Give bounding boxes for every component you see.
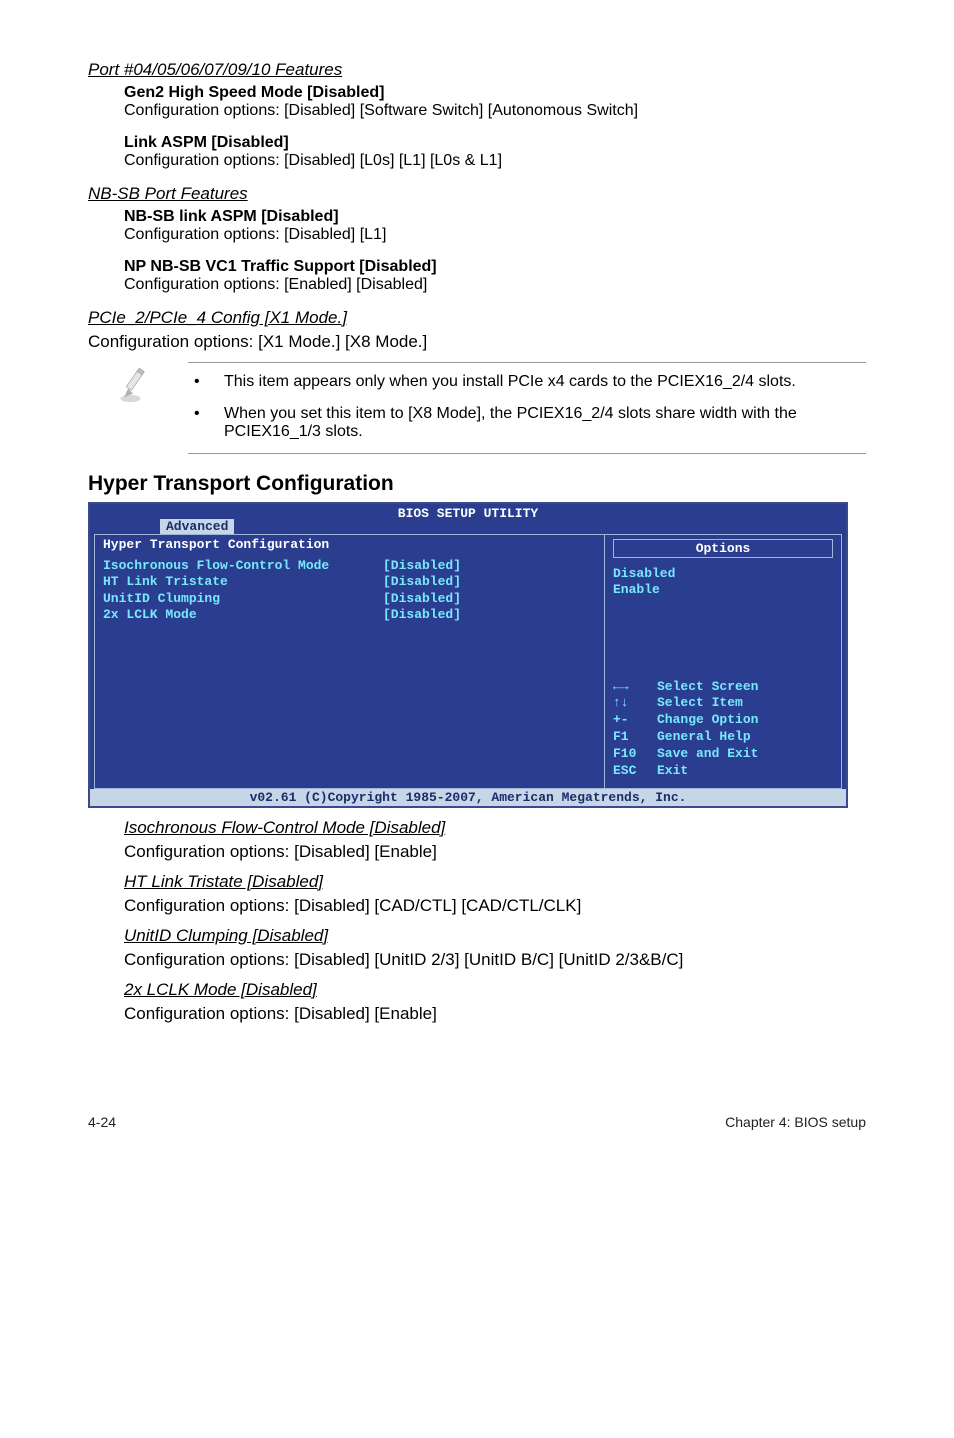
note-block: • This item appears only when you instal…	[88, 362, 866, 454]
key-icon: F10	[613, 746, 657, 763]
bios-row-label: UnitID Clumping	[103, 591, 383, 607]
key-row: F1General Help	[613, 729, 833, 746]
gen2-title: Gen2 High Speed Mode [Disabled]	[124, 84, 866, 102]
lclk-heading: 2x LCLK Mode [Disabled]	[124, 980, 866, 1000]
note-body: • This item appears only when you instal…	[188, 362, 866, 454]
bios-row[interactable]: Isochronous Flow-Control Mode [Disabled]	[103, 558, 596, 574]
bios-left-pane: Hyper Transport Configuration Isochronou…	[95, 535, 605, 788]
key-icon: +-	[613, 712, 657, 729]
note-bullet-1: • This item appears only when you instal…	[188, 373, 866, 391]
bios-row-label: 2x LCLK Mode	[103, 607, 383, 623]
port-features-heading: Port #04/05/06/07/09/10 Features	[88, 60, 866, 80]
options-list: Disabled Enable	[613, 566, 833, 599]
chapter-label: Chapter 4: BIOS setup	[725, 1114, 866, 1130]
bios-tab-advanced[interactable]: Advanced	[160, 519, 234, 534]
key-icon: ←→	[613, 679, 657, 696]
key-help: ←→Select Screen ↑↓Select Item +-Change O…	[613, 679, 833, 780]
note-text-2: When you set this item to [X8 Mode], the…	[224, 405, 866, 441]
bios-body: Hyper Transport Configuration Isochronou…	[94, 534, 842, 789]
bios-footer: v02.61 (C)Copyright 1985-2007, American …	[90, 789, 846, 806]
page-footer: 4-24 Chapter 4: BIOS setup	[0, 1074, 954, 1160]
key-icon: ESC	[613, 763, 657, 780]
key-text: Save and Exit	[657, 746, 758, 763]
after-bios-block: Isochronous Flow-Control Mode [Disabled]…	[124, 818, 866, 1024]
bios-row-value: [Disabled]	[383, 591, 461, 607]
bios-row-value: [Disabled]	[383, 558, 461, 574]
hyper-transport-heading: Hyper Transport Configuration	[88, 472, 866, 496]
nbsb-link-title: NB-SB link ASPM [Disabled]	[124, 208, 866, 226]
key-text: Change Option	[657, 712, 758, 729]
unitid-heading: UnitID Clumping [Disabled]	[124, 926, 866, 946]
pcie-config-options: Configuration options: [X1 Mode.] [X8 Mo…	[88, 332, 866, 352]
ht-link-options: Configuration options: [Disabled] [CAD/C…	[124, 896, 866, 916]
nbsb-link-options: Configuration options: [Disabled] [L1]	[124, 226, 866, 244]
lclk-options: Configuration options: [Disabled] [Enabl…	[124, 1004, 866, 1024]
key-row: ←→Select Screen	[613, 679, 833, 696]
iso-flow-heading: Isochronous Flow-Control Mode [Disabled]	[124, 818, 866, 838]
key-row: F10Save and Exit	[613, 746, 833, 763]
bullet-icon: •	[188, 405, 224, 441]
options-heading: Options	[613, 539, 833, 558]
key-icon: ↑↓	[613, 695, 657, 712]
pcie-config-heading: PCIe_2/PCIe_4 Config [X1 Mode.]	[88, 308, 866, 328]
bios-right-pane: Options Disabled Enable ←→Select Screen …	[605, 535, 841, 788]
option-item[interactable]: Enable	[613, 582, 833, 598]
link-aspm-title: Link ASPM [Disabled]	[124, 134, 866, 152]
bios-panel-heading: Hyper Transport Configuration	[103, 537, 596, 552]
link-aspm-options: Configuration options: [Disabled] [L0s] …	[124, 152, 866, 170]
key-icon: F1	[613, 729, 657, 746]
page-number: 4-24	[88, 1114, 116, 1130]
np-nbsb-block: NP NB-SB VC1 Traffic Support [Disabled] …	[124, 258, 866, 294]
ht-link-heading: HT Link Tristate [Disabled]	[124, 872, 866, 892]
bios-row[interactable]: HT Link Tristate [Disabled]	[103, 574, 596, 590]
bios-row-value: [Disabled]	[383, 607, 461, 623]
bios-row-label: HT Link Tristate	[103, 574, 383, 590]
bios-tab-row: Advanced	[90, 519, 846, 534]
unitid-options: Configuration options: [Disabled] [UnitI…	[124, 950, 866, 970]
bios-row-label: Isochronous Flow-Control Mode	[103, 558, 383, 574]
gen2-block: Gen2 High Speed Mode [Disabled] Configur…	[124, 84, 866, 120]
link-aspm-block: Link ASPM [Disabled] Configuration optio…	[124, 134, 866, 170]
bios-panel: BIOS SETUP UTILITY Advanced Hyper Transp…	[88, 502, 848, 808]
iso-flow-options: Configuration options: [Disabled] [Enabl…	[124, 842, 866, 862]
pencil-icon	[118, 366, 158, 406]
option-item[interactable]: Disabled	[613, 566, 833, 582]
key-text: Select Screen	[657, 679, 758, 696]
gen2-options: Configuration options: [Disabled] [Softw…	[124, 102, 866, 120]
key-row: ESCExit	[613, 763, 833, 780]
note-text-1: This item appears only when you install …	[224, 373, 796, 391]
np-nbsb-options: Configuration options: [Enabled] [Disabl…	[124, 276, 866, 294]
page-content: Port #04/05/06/07/09/10 Features Gen2 Hi…	[0, 0, 954, 1074]
note-bullet-2: • When you set this item to [X8 Mode], t…	[188, 405, 866, 441]
bullet-icon: •	[188, 373, 224, 391]
np-nbsb-title: NP NB-SB VC1 Traffic Support [Disabled]	[124, 258, 866, 276]
key-text: Exit	[657, 763, 688, 780]
key-text: General Help	[657, 729, 751, 746]
key-row: +-Change Option	[613, 712, 833, 729]
nbsb-features-heading: NB-SB Port Features	[88, 184, 866, 204]
nbsb-link-block: NB-SB link ASPM [Disabled] Configuration…	[124, 208, 866, 244]
bios-row[interactable]: 2x LCLK Mode [Disabled]	[103, 607, 596, 623]
key-row: ↑↓Select Item	[613, 695, 833, 712]
note-icon-col	[88, 362, 188, 406]
bios-row[interactable]: UnitID Clumping [Disabled]	[103, 591, 596, 607]
bios-row-value: [Disabled]	[383, 574, 461, 590]
key-text: Select Item	[657, 695, 743, 712]
